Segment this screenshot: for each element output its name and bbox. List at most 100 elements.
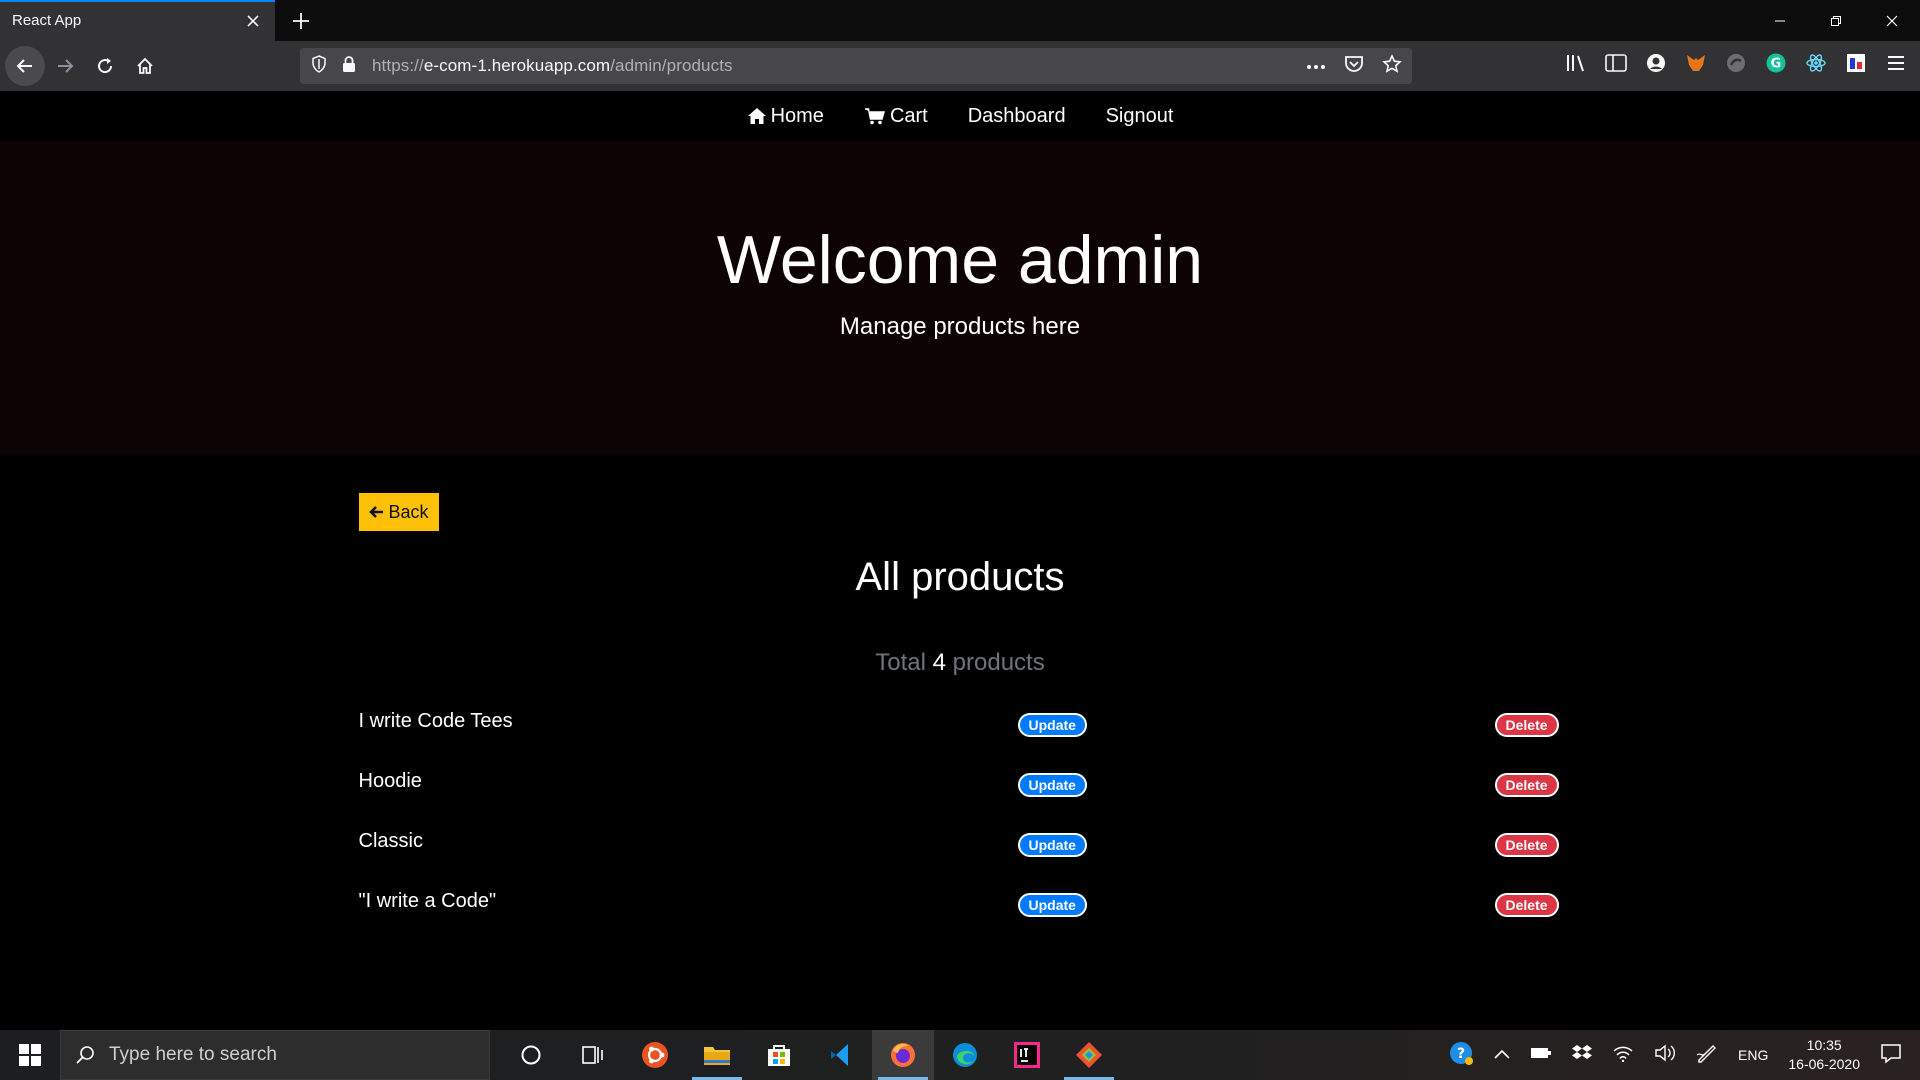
total-prefix: Total [875,649,926,676]
clock-time: 10:35 [1806,1037,1842,1053]
tab-title: React App [12,12,82,29]
hero-title: Welcome admin [716,222,1204,298]
pen-workspace-icon[interactable] [1696,1043,1718,1068]
nav-dashboard-label: Dashboard [967,104,1066,127]
update-button[interactable]: Update [1017,833,1087,857]
file-explorer-icon[interactable] [686,1030,748,1080]
web-page: Home Cart Dashboard Signout Welcome admi… [0,91,1920,1030]
restore-icon[interactable] [1808,0,1864,41]
clock[interactable]: 10:35 16-06-2020 [1788,1036,1860,1074]
shield-icon[interactable] [310,54,328,78]
forward-arrow-icon[interactable] [45,46,85,86]
delete-button[interactable]: Delete [1494,773,1559,797]
clock-date: 16-06-2020 [1788,1056,1860,1072]
new-tab-icon[interactable] [283,0,319,41]
cortana-icon[interactable] [500,1030,562,1080]
product-name: "I write a Code" [358,890,497,912]
product-name: I write Code Tees [358,710,513,732]
product-total: Total 4 products [359,649,1562,677]
microsoft-store-icon[interactable] [748,1030,810,1080]
house-icon [747,108,766,124]
task-view-icon[interactable] [562,1030,624,1080]
dropbox-icon[interactable] [1572,1044,1593,1067]
git-kraken-icon[interactable] [1058,1030,1120,1080]
nav-cart-link[interactable]: Cart [864,105,928,128]
ubuntu-icon[interactable] [624,1030,686,1080]
svg-text:?: ? [1457,1046,1465,1062]
color-extension-icon[interactable] [1844,51,1868,75]
help-badge-icon[interactable]: ? [1448,1040,1474,1071]
nav-home-link[interactable]: Home [747,105,824,128]
windows-taskbar: Type here to search ? ENG 10:35 16-06-20… [0,1030,1920,1080]
url-host: e-com-1.herokuapp.com [423,56,611,75]
hamburger-menu-icon[interactable] [1884,51,1908,75]
minimize-icon[interactable] [1752,0,1808,41]
home-icon[interactable] [125,46,165,86]
nav-home-label: Home [770,104,824,127]
product-name: Classic [358,830,423,852]
firefox-icon[interactable] [872,1030,934,1080]
account-icon[interactable] [1644,51,1668,75]
update-button[interactable]: Update [1017,773,1087,797]
product-row: I write Code Tees Update Delete [359,710,1562,770]
product-name: Hoodie [358,770,422,792]
nav-cart-label: Cart [889,104,928,127]
edge-icon[interactable] [934,1030,996,1080]
sidebar-icon[interactable] [1604,51,1628,75]
total-count: 4 [932,649,946,676]
tab-close-icon[interactable] [243,11,263,31]
more-actions-icon[interactable] [1306,57,1326,75]
battery-icon[interactable] [1530,1046,1552,1065]
library-icon[interactable] [1564,51,1588,75]
search-placeholder: Type here to search [109,1044,277,1065]
delete-button[interactable]: Delete [1494,833,1559,857]
language-indicator[interactable]: ENG [1738,1047,1768,1063]
notification-center-icon[interactable] [1880,1042,1902,1069]
metamask-fox-icon[interactable] [1684,51,1708,75]
close-window-icon[interactable] [1864,0,1920,41]
url-path: /admin/products [610,56,733,75]
arrow-left-icon [369,506,384,518]
svg-text:G: G [1771,57,1782,72]
search-icon [76,1046,94,1064]
intellij-icon[interactable] [996,1030,1058,1080]
nav-signout-label: Signout [1105,104,1174,127]
grammarly-icon[interactable]: G [1764,51,1788,75]
pocket-icon[interactable] [1344,55,1364,78]
window-controls [1752,0,1920,41]
taskbar-search-box[interactable]: Type here to search [60,1030,490,1080]
address-bar[interactable]: https://e-com-1.herokuapp.com/admin/prod… [300,48,1412,84]
hero-subtitle: Manage products here [839,313,1081,340]
bookmark-star-icon[interactable] [1382,53,1402,79]
wifi-icon[interactable] [1612,1044,1634,1067]
back-button[interactable]: Back [358,493,439,531]
react-devtools-icon[interactable] [1804,51,1828,75]
update-button[interactable]: Update [1017,713,1087,737]
url-text[interactable]: https://e-com-1.herokuapp.com/admin/prod… [372,56,1306,76]
browser-tab[interactable]: React App [0,0,275,41]
privacy-extension-icon[interactable] [1724,51,1748,75]
nav-signout-link[interactable]: Signout [1106,105,1174,128]
section-title: All products [855,555,1065,599]
product-row: Hoodie Update Delete [359,770,1562,830]
reload-icon[interactable] [85,46,125,86]
browser-tabbar: React App [0,0,1920,41]
site-navigation: Home Cart Dashboard Signout [0,91,1920,141]
delete-button[interactable]: Delete [1494,893,1559,917]
product-row: Classic Update Delete [359,830,1562,890]
chevron-up-icon[interactable] [1494,1046,1510,1064]
update-button[interactable]: Update [1017,893,1087,917]
back-button-label: Back [388,501,429,522]
delete-button[interactable]: Delete [1494,713,1559,737]
product-list: I write Code Tees Update Delete Hoodie U… [359,710,1562,950]
windows-start-icon[interactable] [0,1030,60,1080]
cart-icon [864,108,885,125]
browser-navbar: https://e-com-1.herokuapp.com/admin/prod… [0,41,1920,91]
back-arrow-icon[interactable] [5,46,45,86]
nav-dashboard-link[interactable]: Dashboard [968,105,1066,128]
lock-icon[interactable] [342,55,356,78]
volume-icon[interactable] [1654,1044,1676,1067]
vscode-icon[interactable] [810,1030,872,1080]
product-row: "I write a Code" Update Delete [359,890,1562,950]
total-suffix: products [952,649,1045,676]
